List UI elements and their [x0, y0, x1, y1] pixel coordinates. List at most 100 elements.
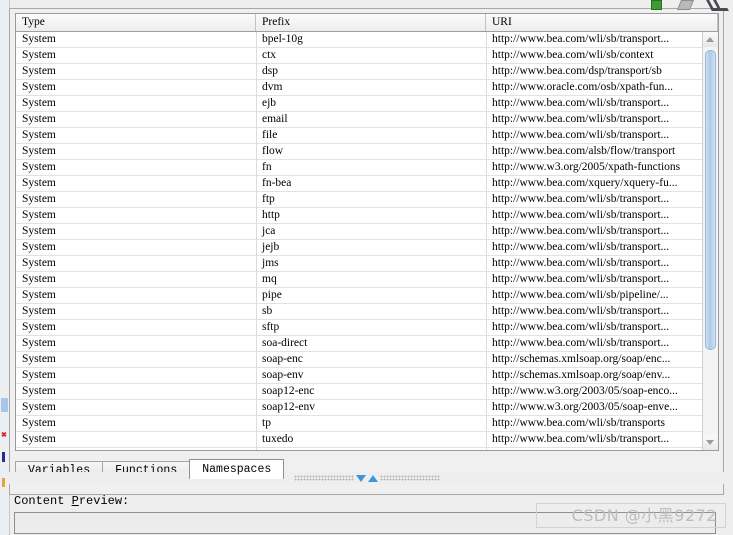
table-row[interactable]: System ejb http://www.bea.com/wli/sb/trans… [16, 96, 702, 112]
cell-uri: http://www.bea.com/alsb/flow/transport [492, 145, 676, 157]
table-row[interactable]: System bpel-10g http://www.bea.com/wli/sb/… [16, 32, 702, 48]
cell-uri: http://www.bea.com/wli/sb/pipeline/... [492, 289, 669, 301]
cell-type: System [22, 241, 56, 253]
splitter-grip-right [379, 475, 440, 481]
cell-uri: http://www.bea.com/wli/sb/transport... [492, 305, 670, 317]
scroll-up-arrow-icon [706, 37, 714, 42]
cell-uri: http://www.bea.com/wli/sb/transport... [492, 241, 670, 253]
table-row[interactable]: System pipe http://www.bea.com/wli/sb/pipe… [16, 288, 702, 304]
table-row[interactable]: System soap12-env http://www.w3.org/2003/0… [16, 400, 702, 416]
cell-uri: http://www.w3.org/2003/05/soap-enco... [492, 385, 678, 397]
cell-uri: http://www.bea.com/wli/sb/transport... [492, 33, 670, 45]
table-row[interactable]: System jca http://www.bea.com/wli/sb/trans… [16, 224, 702, 240]
table-row[interactable]: System soap12-enc http://www.w3.org/2003/0… [16, 384, 702, 400]
cell-type: System [22, 369, 56, 381]
table-row[interactable]: System dvm http://www.oracle.com/osb/xpath… [16, 80, 702, 96]
cell-type: System [22, 225, 56, 237]
scrollbar-thumb[interactable] [705, 50, 716, 350]
gutter-bookmark-marker [2, 452, 5, 462]
cell-uri: http://www.oracle.com/osb/xpath-fun... [492, 81, 673, 93]
cell-uri: http://www.bea.com/wli/sb/transport... [492, 337, 670, 349]
cell-uri: http://www.bea.com/wli/sb/context [492, 49, 654, 61]
table-vertical-scrollbar[interactable] [702, 32, 718, 450]
cell-type: System [22, 401, 56, 413]
table-header-row: Type Prefix URI [16, 14, 718, 32]
table-row[interactable]: System dsp http://www.bea.com/dsp/transpor… [16, 64, 702, 80]
scroll-down-arrow-icon [706, 440, 714, 445]
gutter-warning-marker [2, 478, 5, 487]
cell-prefix: mq [262, 273, 277, 285]
table-row[interactable]: System jms http://www.bea.com/wli/sb/trans… [16, 256, 702, 272]
cell-uri: http://www.bea.com/wli/sb/transport... [492, 113, 670, 125]
cell-type: System [22, 145, 56, 157]
panel-splitter[interactable] [9, 472, 724, 484]
table-row[interactable]: System ctx http://www.bea.com/wli/sb/conte… [16, 48, 702, 64]
table-row[interactable]: System mq http://www.bea.com/wli/sb/transp… [16, 272, 702, 288]
content-preview-label-before: Content [14, 494, 72, 508]
table-row[interactable]: System tp http://www.bea.com/wli/sb/transp… [16, 416, 702, 432]
cell-prefix: file [262, 129, 278, 141]
cell-type: System [22, 161, 56, 173]
content-preview-label: Content Preview: [14, 494, 129, 508]
cell-prefix: tuxedo [262, 433, 294, 445]
scroll-up-button[interactable] [703, 32, 718, 47]
table-row[interactable]: System sftp http://www.bea.com/wli/sb/tran… [16, 320, 702, 336]
table-row[interactable]: System file http://www.bea.com/wli/sb/tran… [16, 128, 702, 144]
splitter-collapse-down-icon[interactable] [355, 474, 366, 482]
tab-namespaces[interactable]: Namespaces [189, 459, 285, 479]
scroll-down-button[interactable] [703, 435, 718, 450]
cell-prefix: sb [262, 305, 273, 317]
cell-type: System [22, 113, 56, 125]
table-row[interactable]: System tuxedo http://www.bea.com/wli/sb/tr… [16, 432, 702, 448]
cell-prefix: bpel-10g [262, 33, 303, 45]
cell-prefix: flow [262, 145, 284, 157]
cell-type: System [22, 385, 56, 397]
content-preview-label-after: review: [78, 494, 130, 508]
cell-uri: http://schemas.xmlsoap.org/soap/env... [492, 369, 671, 381]
cell-type: System [22, 433, 56, 445]
cell-prefix: ejb [262, 97, 277, 109]
content-preview-label-mnemonic: P [71, 494, 79, 508]
splitter-arrows[interactable] [355, 474, 378, 482]
table-row[interactable]: System fn http://www.w3.org/2005/xpath-fun… [16, 160, 702, 176]
splitter-collapse-up-icon[interactable] [367, 474, 378, 482]
green-indicator-icon[interactable] [649, 0, 663, 10]
table-row[interactable]: System soap-env http://schemas.xmlsoap.org… [16, 368, 702, 384]
column-header-prefix[interactable]: Prefix [256, 14, 486, 31]
cell-type: System [22, 129, 56, 141]
table-row[interactable]: System email http://www.bea.com/wli/sb/tra… [16, 112, 702, 128]
cell-type: System [22, 337, 56, 349]
gutter-selection-marker [1, 398, 8, 412]
cell-prefix: fn-bea [262, 177, 292, 189]
double-chevron-icon[interactable] [709, 0, 725, 8]
table-row[interactable]: System fn-bea http://www.bea.com/xquery/xq… [16, 176, 702, 192]
column-header-type[interactable]: Type [16, 14, 256, 31]
cell-uri: http://www.bea.com/wli/sb/transport... [492, 209, 670, 221]
cell-prefix: ftp [262, 193, 275, 205]
cell-prefix: dsp [262, 65, 278, 77]
cell-prefix: ctx [262, 49, 277, 61]
table-row[interactable]: System soap-enc http://schemas.xmlsoap.org… [16, 352, 702, 368]
csdn-watermark: CSDN @小黑9272 [536, 503, 726, 528]
pencil-edit-icon[interactable] [676, 0, 695, 10]
cell-prefix: jms [262, 257, 279, 269]
cell-prefix: jca [262, 225, 276, 237]
cell-uri: http://www.bea.com/wli/sb/transports [492, 417, 666, 429]
column-header-uri[interactable]: URI [486, 14, 718, 31]
cell-prefix: http [262, 209, 280, 221]
cell-prefix: soa-direct [262, 337, 308, 349]
cell-uri: http://www.bea.com/wli/sb/transport... [492, 257, 670, 269]
table-row[interactable]: System jejb http://www.bea.com/wli/sb/tran… [16, 240, 702, 256]
table-row[interactable]: System flow http://www.bea.com/alsb/flow/t… [16, 144, 702, 160]
cell-uri: http://www.w3.org/2003/05/soap-enve... [492, 401, 678, 413]
table-row[interactable]: System ftp http://www.bea.com/wli/sb/trans… [16, 192, 702, 208]
cell-uri: http://www.bea.com/wli/sb/transport... [492, 225, 670, 237]
table-row[interactable]: System sb http://www.bea.com/wli/sb/transp… [16, 304, 702, 320]
cell-prefix: fn [262, 161, 272, 173]
cell-type: System [22, 321, 56, 333]
table-row[interactable]: System soa-direct http://www.bea.com/wli/s… [16, 336, 702, 352]
table-row[interactable]: System http http://www.bea.com/wli/sb/tran… [16, 208, 702, 224]
cell-uri: http://www.bea.com/xquery/xquery-fu... [492, 177, 678, 189]
cell-type: System [22, 193, 56, 205]
cell-type: System [22, 33, 56, 45]
